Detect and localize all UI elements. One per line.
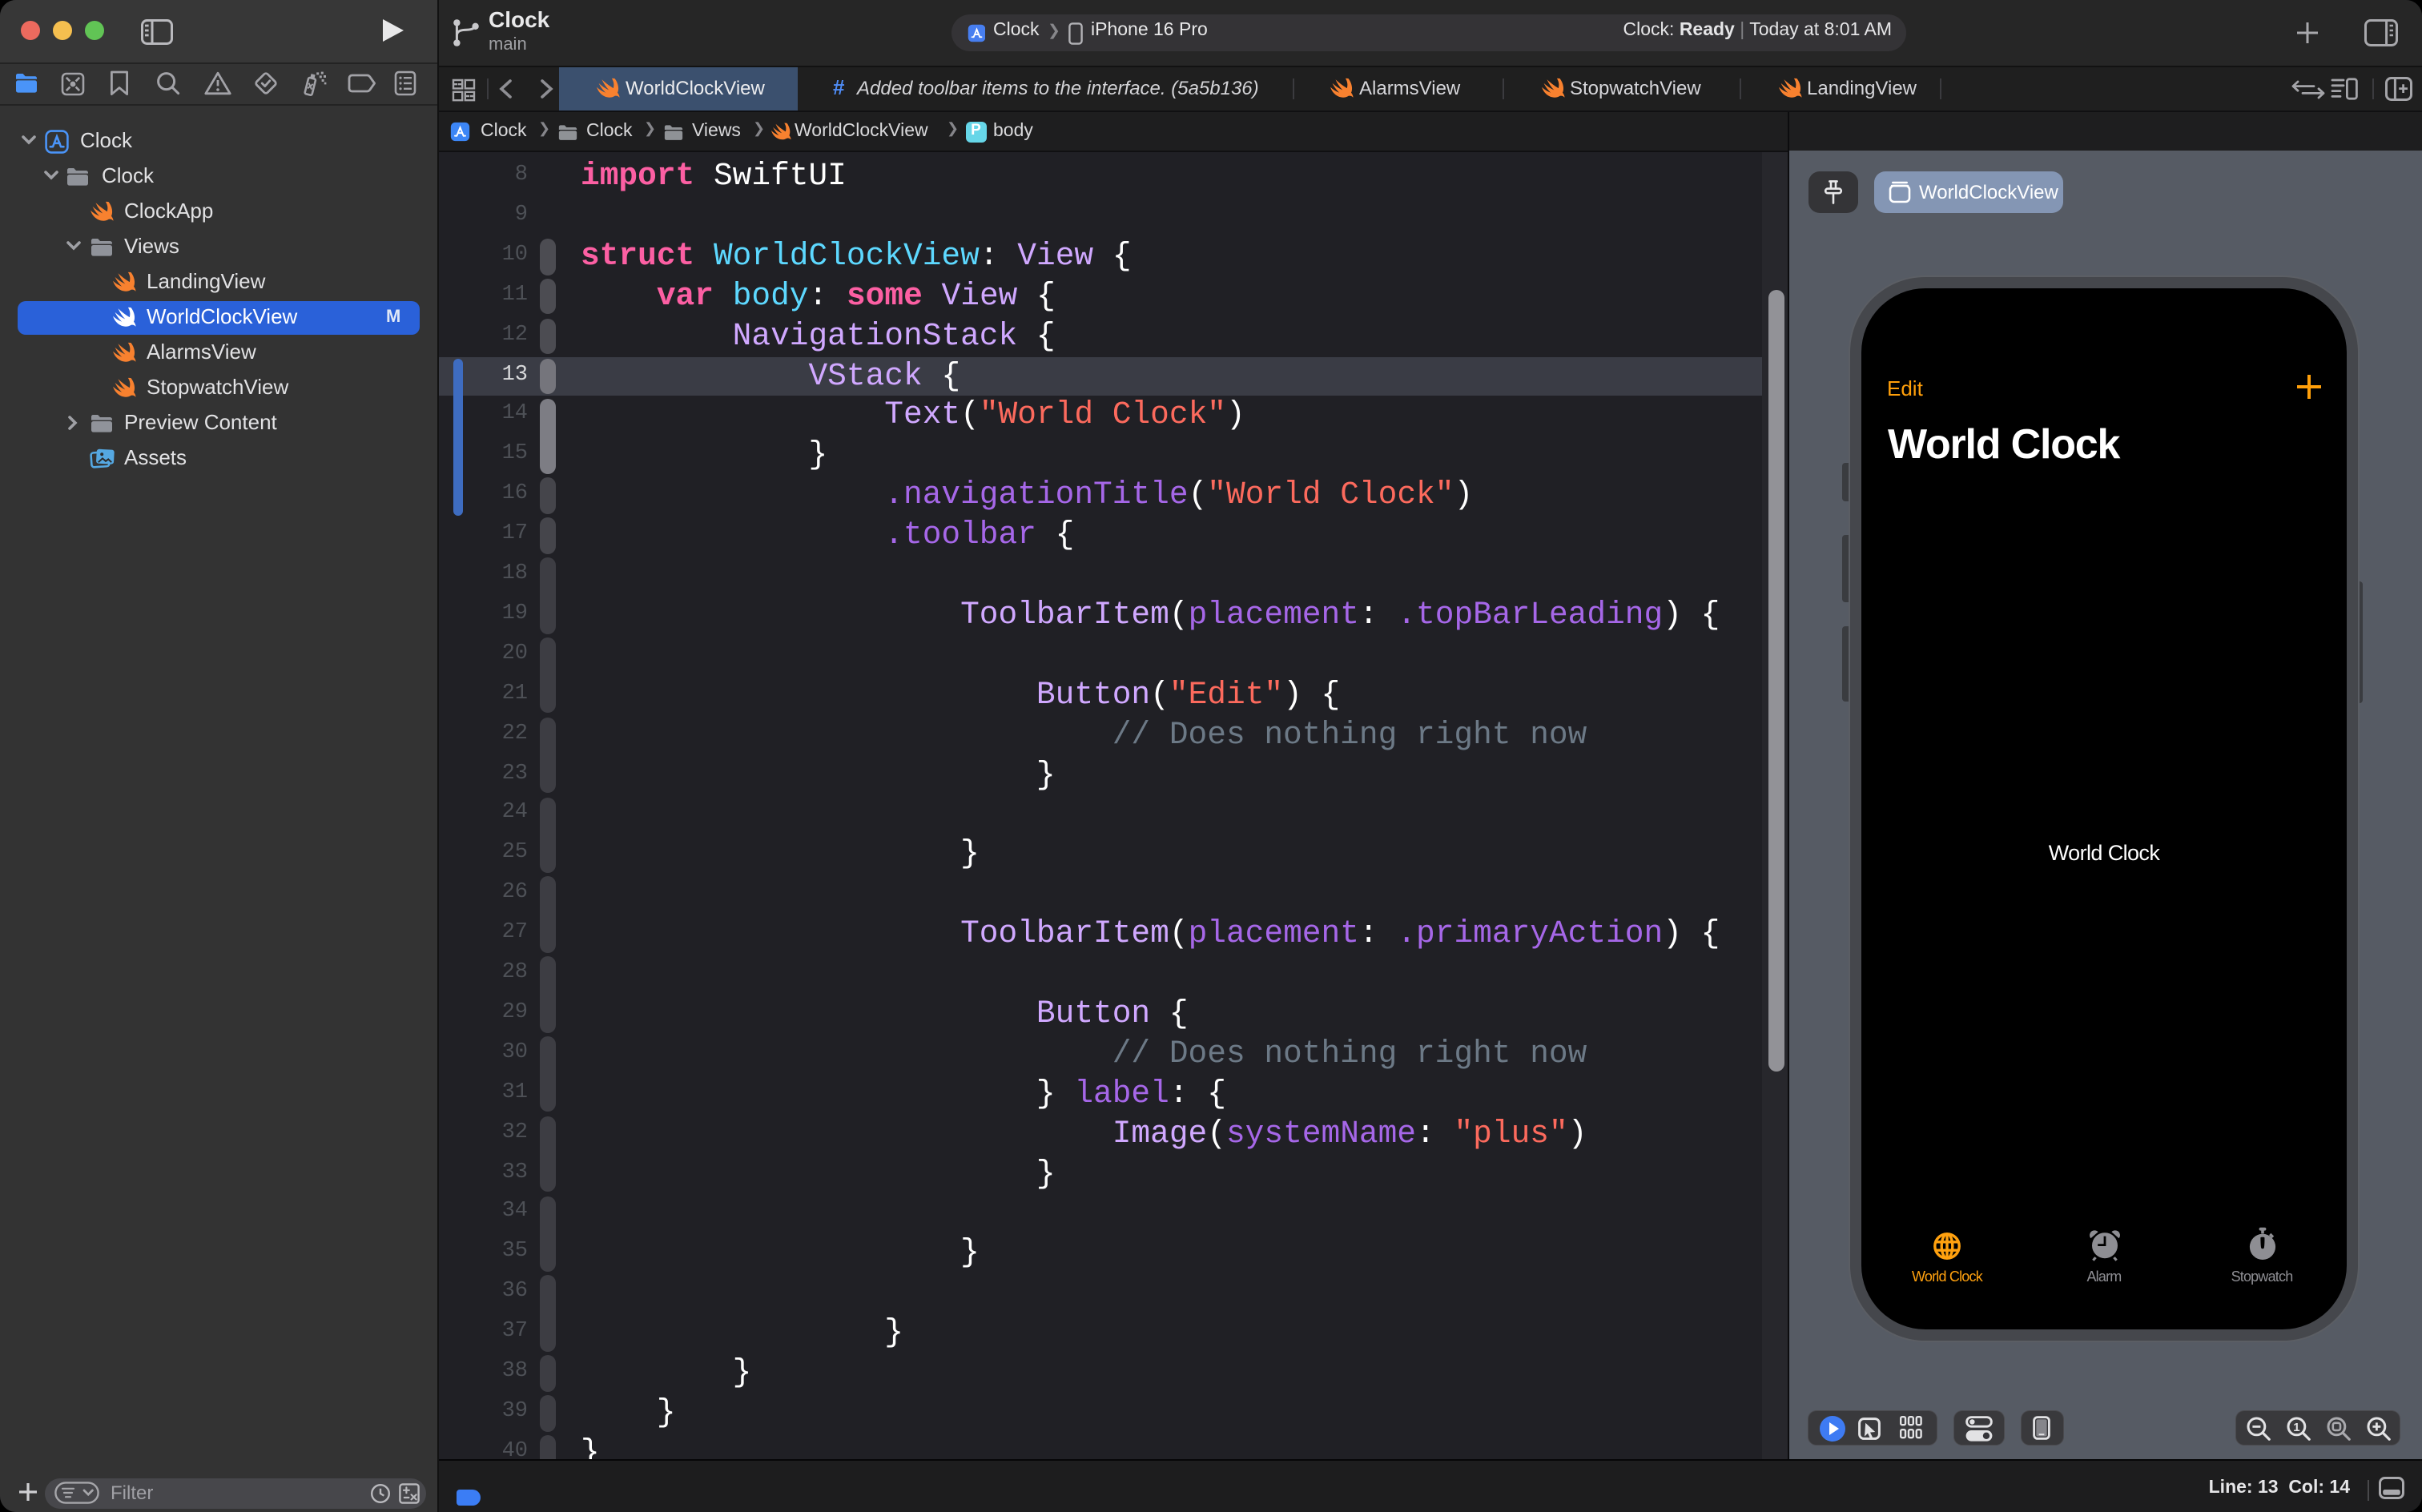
svg-text:1: 1 xyxy=(2292,1420,2299,1434)
